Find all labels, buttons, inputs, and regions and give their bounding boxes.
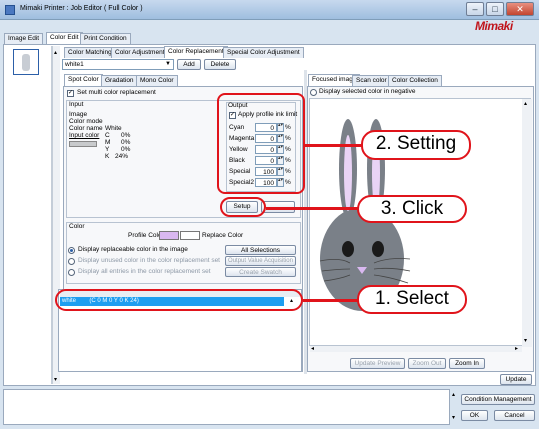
- radio-all-entries[interactable]: [68, 269, 75, 276]
- zoom-in-button[interactable]: Zoom In: [449, 358, 485, 369]
- footer-scroll-up-icon[interactable]: ▴: [452, 391, 455, 398]
- scroll-up-icon[interactable]: ▴: [524, 100, 527, 107]
- tab-gradation[interactable]: Gradation: [101, 75, 138, 86]
- close-button[interactable]: ✕: [506, 2, 534, 16]
- tab-color-replacement[interactable]: Color Replacement: [164, 46, 228, 58]
- cmyk-k-value: 24%: [115, 153, 129, 160]
- tab-color-edit[interactable]: Color Edit: [46, 32, 83, 44]
- callout-click: 3. Click: [357, 195, 467, 223]
- cmyk-k-key: K: [105, 153, 110, 160]
- multi-color-checkbox[interactable]: ✓: [67, 90, 74, 97]
- ok-button[interactable]: OK: [461, 410, 488, 421]
- thumbnail[interactable]: [13, 49, 39, 75]
- tab-image-edit[interactable]: Image Edit: [4, 33, 44, 44]
- profile-color-swatch: [159, 231, 179, 240]
- callout-select: 1. Select: [357, 285, 467, 314]
- callout-setting: 2. Setting: [361, 130, 471, 160]
- input-color-swatch: [69, 141, 97, 147]
- callout-line-click: [266, 207, 361, 210]
- footer-scroll-down-icon[interactable]: ▾: [452, 414, 455, 421]
- maximize-button[interactable]: □: [486, 2, 504, 16]
- mimaki-logo: Mimaki: [475, 19, 513, 33]
- preview-h-scrollbar[interactable]: ◂ ▸: [310, 346, 522, 352]
- tab-color-matching[interactable]: Color Matching: [64, 47, 116, 58]
- minimize-button[interactable]: –: [466, 2, 484, 16]
- highlight-list-box: [55, 289, 303, 311]
- output-value-acquisition-button[interactable]: Output Value Acquisition: [225, 256, 296, 266]
- tab-special-color-adjustment[interactable]: Special Color Adjustment: [223, 47, 304, 58]
- preview-scrollbar[interactable]: ▴ ▾: [522, 99, 532, 347]
- tab-color-adjustment[interactable]: Color Adjustment: [111, 47, 169, 58]
- scroll-left-icon[interactable]: ◂: [311, 345, 314, 352]
- radio-all-entries-label: Display all entries in the color replace…: [78, 268, 211, 275]
- color-heading: Color: [69, 223, 85, 230]
- scroll-down-icon[interactable]: ▾: [524, 337, 527, 344]
- thumbnail-strip: [5, 46, 52, 384]
- tab-spot-color[interactable]: Spot Color: [64, 74, 103, 86]
- window-title: Mimaki Printer : Job Editor ( Full Color…: [20, 5, 143, 12]
- scroll-down-icon[interactable]: ▾: [54, 376, 57, 383]
- scroll-right-icon[interactable]: ▸: [515, 345, 518, 352]
- replace-color-label: Replace Color: [202, 232, 244, 239]
- update-button[interactable]: Update: [500, 374, 532, 385]
- radio-replaceable-label: Display replaceable color in the image: [78, 246, 188, 253]
- tab-mono-color[interactable]: Mono Color: [136, 75, 178, 86]
- tab-print-condition[interactable]: Print Condition: [80, 33, 131, 44]
- negative-label: Display selected color in negative: [319, 88, 416, 95]
- radio-replaceable[interactable]: [68, 247, 75, 254]
- callout-line-select: [303, 299, 363, 302]
- replacement-set-select[interactable]: white1 ▼: [62, 59, 174, 70]
- scroll-up-icon[interactable]: ▴: [54, 49, 57, 56]
- multi-color-label: Set multi color replacement: [77, 89, 156, 96]
- delete-button[interactable]: Delete: [204, 59, 236, 70]
- replace-color-swatch: [180, 231, 200, 240]
- highlight-setup-box: [220, 197, 266, 217]
- input-heading: Input: [69, 101, 84, 108]
- update-preview-button[interactable]: Update Preview: [350, 358, 405, 369]
- title-bar: Mimaki Printer : Job Editor ( Full Color…: [0, 0, 539, 20]
- zoom-out-button[interactable]: Zoom Out: [408, 358, 446, 369]
- condition-management-button[interactable]: Condition Management: [461, 394, 535, 405]
- highlight-output-box: [217, 93, 305, 194]
- callout-line-setting: [305, 144, 365, 147]
- radio-unused[interactable]: [68, 258, 75, 265]
- chevron-down-icon: ▼: [165, 61, 171, 67]
- add-button[interactable]: Add: [177, 59, 201, 70]
- all-selections-button[interactable]: All Selections: [225, 245, 296, 255]
- app-icon: [5, 5, 15, 15]
- radio-unused-label: Display unused color in the color replac…: [78, 257, 220, 264]
- replacement-set-value: white1: [65, 61, 84, 68]
- cancel-button[interactable]: Cancel: [494, 410, 535, 421]
- create-swatch-button[interactable]: Create Swatch: [225, 267, 296, 277]
- message-area: [3, 389, 450, 425]
- negative-checkbox[interactable]: [310, 89, 317, 96]
- tab-scan-color[interactable]: Scan color: [352, 75, 391, 86]
- input-color-label: Input color: [69, 132, 100, 139]
- tab-color-collection[interactable]: Color Collection: [388, 75, 442, 86]
